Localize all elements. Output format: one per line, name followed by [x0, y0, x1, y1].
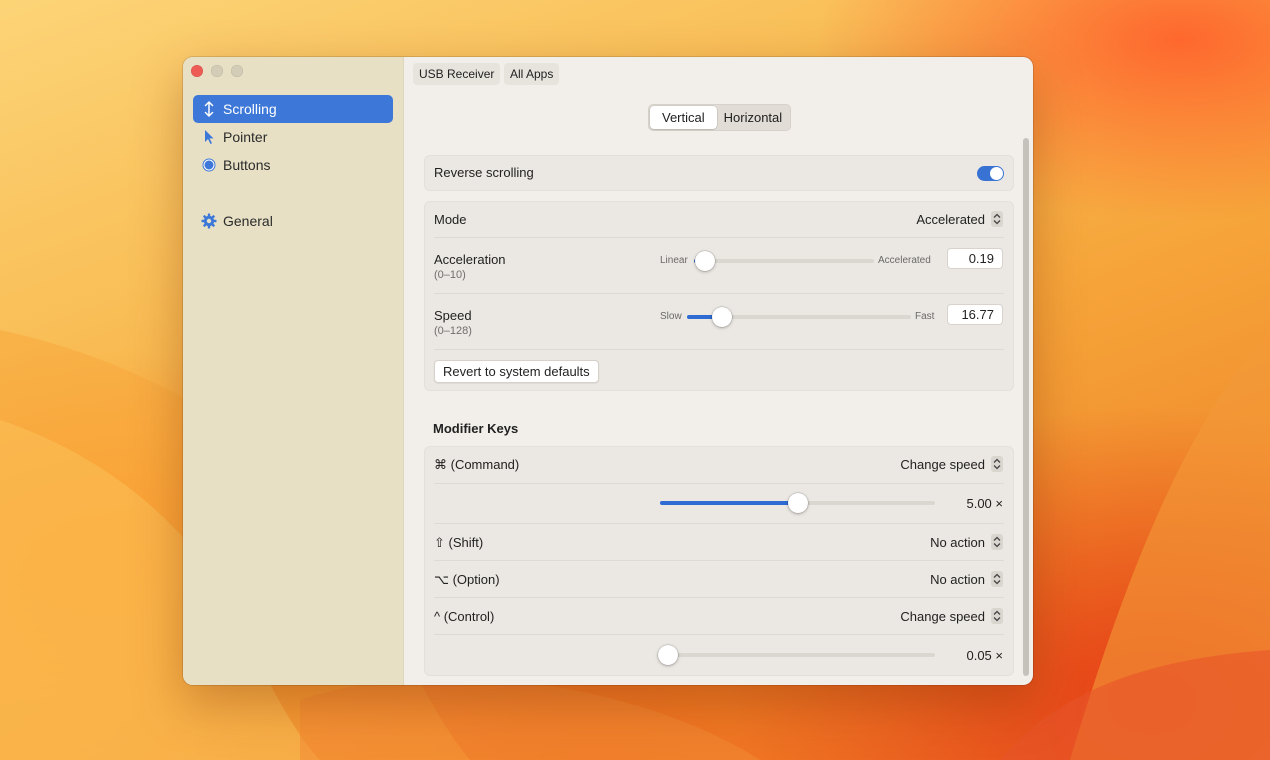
acceleration-label: Acceleration [434, 252, 506, 267]
tab-usb-receiver[interactable]: USB Receiver [413, 63, 501, 85]
circle-button-icon [201, 157, 217, 173]
vertical-arrows-icon [201, 101, 217, 117]
modifier-keys-card: ⌘ (Command) Change speed 5.00 × ⇧ (Shift… [424, 446, 1014, 676]
tab-all-apps[interactable]: All Apps [504, 63, 560, 85]
speed-min-label: Slow [660, 311, 682, 322]
mode-label: Mode [434, 212, 467, 227]
sidebar-item-general[interactable]: General [193, 207, 393, 235]
command-action-popup[interactable]: Change speed [900, 456, 1003, 472]
updown-chevron-icon [991, 608, 1003, 624]
divider [434, 237, 1004, 238]
command-label: ⌘ (Command) [434, 457, 520, 472]
orientation-segmented-control: Vertical Horizontal [648, 104, 792, 131]
updown-chevron-icon [991, 571, 1003, 587]
shift-label: ⇧ (Shift) [434, 535, 484, 550]
app-window: Scrolling Pointer Buttons General USB Re… [183, 57, 1033, 685]
updown-chevron-icon [991, 534, 1003, 550]
speed-value-field[interactable]: 16.77 [947, 304, 1003, 325]
control-action-popup[interactable]: Change speed [900, 608, 1003, 624]
divider [434, 349, 1004, 350]
scroll-settings-card: Mode Accelerated Acceleration (0–10) Lin… [424, 201, 1014, 391]
sidebar-item-label: Scrolling [223, 101, 277, 117]
shift-action-value: No action [930, 534, 985, 550]
speed-label: Speed [434, 308, 472, 323]
command-speed-slider-knob[interactable] [787, 493, 808, 513]
divider [434, 597, 1004, 598]
updown-chevron-icon [991, 456, 1003, 472]
divider [434, 560, 1004, 561]
gear-icon [201, 213, 217, 229]
divider [434, 483, 1004, 484]
speed-range: (0–128) [434, 325, 472, 337]
option-action-value: No action [930, 571, 985, 587]
command-speed-slider-fill [660, 501, 798, 505]
speed-max-label: Fast [915, 311, 935, 322]
control-speed-value: 0.05 × [966, 648, 1003, 663]
scrollbar[interactable] [1021, 135, 1031, 683]
reverse-scrolling-toggle[interactable] [977, 166, 1004, 181]
segment-horizontal[interactable]: Horizontal [717, 106, 790, 129]
control-speed-slider-track[interactable] [660, 653, 935, 657]
minimize-button[interactable] [211, 65, 223, 77]
sidebar-item-buttons[interactable]: Buttons [193, 151, 393, 179]
sidebar: Scrolling Pointer Buttons General [183, 57, 404, 685]
sidebar-item-label: Buttons [223, 157, 271, 173]
sidebar-item-scrolling[interactable]: Scrolling [193, 95, 393, 123]
zoom-button[interactable] [231, 65, 243, 77]
acceleration-slider-knob[interactable] [695, 251, 716, 271]
control-label: ^ (Control) [434, 609, 495, 624]
revert-defaults-button[interactable]: Revert to system defaults [434, 360, 599, 383]
divider [434, 634, 1004, 635]
speed-slider-knob[interactable] [712, 307, 733, 327]
scrollbar-thumb[interactable] [1023, 138, 1029, 676]
control-speed-slider-knob[interactable] [658, 645, 678, 665]
control-action-value: Change speed [900, 608, 985, 624]
acceleration-max-label: Accelerated [878, 255, 931, 266]
option-label: ⌥ (Option) [434, 572, 500, 587]
acceleration-slider-track[interactable] [694, 259, 874, 263]
sidebar-item-pointer[interactable]: Pointer [193, 123, 393, 151]
window-controls [191, 65, 243, 77]
reverse-scrolling-label: Reverse scrolling [434, 165, 534, 180]
option-action-popup[interactable]: No action [930, 571, 1003, 587]
divider [434, 293, 1004, 294]
divider [434, 523, 1004, 524]
updown-chevron-icon [991, 211, 1003, 227]
modifier-keys-heading: Modifier Keys [433, 421, 519, 436]
shift-action-popup[interactable]: No action [930, 534, 1003, 550]
close-button[interactable] [191, 65, 203, 77]
acceleration-min-label: Linear [660, 255, 688, 266]
sidebar-item-label: General [223, 213, 273, 229]
pointer-arrow-icon [201, 129, 217, 145]
segment-vertical[interactable]: Vertical [650, 106, 717, 129]
sidebar-item-label: Pointer [223, 129, 268, 145]
reverse-scrolling-card: Reverse scrolling [424, 155, 1014, 191]
command-speed-value: 5.00 × [966, 496, 1003, 511]
command-action-value: Change speed [900, 456, 985, 472]
mode-popup[interactable]: Accelerated [916, 211, 1003, 227]
acceleration-range: (0–10) [434, 269, 466, 281]
acceleration-value-field[interactable]: 0.19 [947, 248, 1003, 269]
toggle-knob [990, 167, 1003, 180]
mode-value: Accelerated [916, 211, 985, 227]
